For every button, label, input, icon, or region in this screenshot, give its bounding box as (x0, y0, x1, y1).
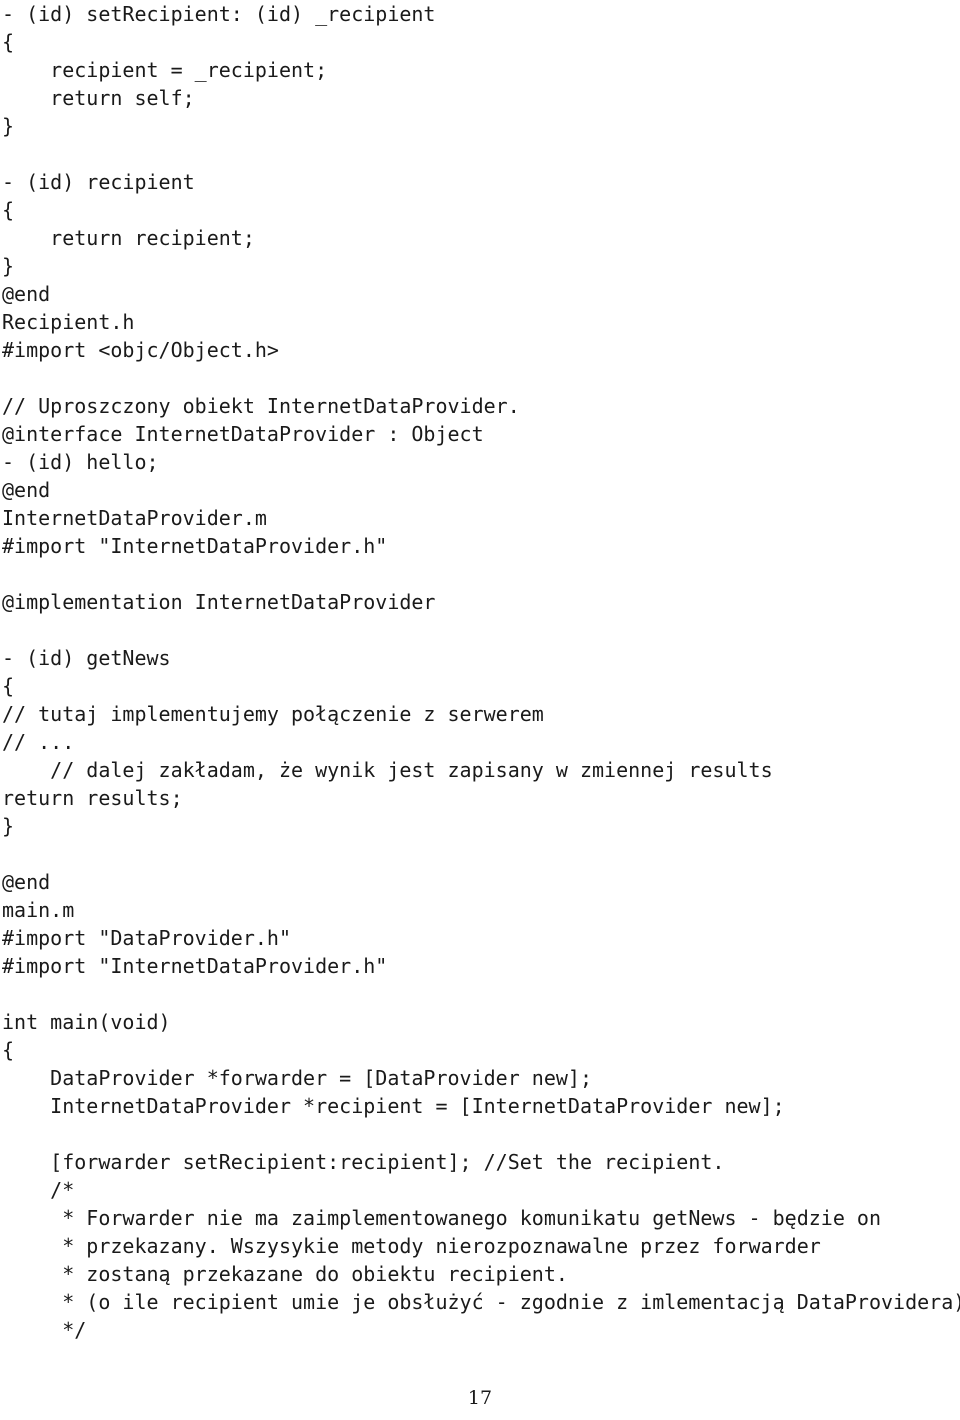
code-line: { (2, 674, 15, 698)
page-number: 17 (467, 1387, 493, 1409)
code-line: #import "InternetDataProvider.h" (2, 954, 388, 978)
code-line: @interface InternetDataProvider : Object (2, 422, 484, 446)
code-line: #import "InternetDataProvider.h" (2, 534, 388, 558)
code-line: #import "DataProvider.h" (2, 926, 291, 950)
code-line: return results; (2, 786, 183, 810)
code-line: // tutaj implementujemy połączenie z ser… (2, 702, 544, 726)
code-line: * przekazany. Wszysykie metody nierozpoz… (2, 1234, 821, 1258)
code-line: { (2, 198, 15, 222)
code-line: Recipient.h (2, 310, 135, 334)
code-line: { (2, 30, 15, 54)
code-line: * Forwarder nie ma zaimplementowanego ko… (2, 1206, 881, 1230)
code-line: InternetDataProvider.m (2, 506, 267, 530)
code-line: } (2, 254, 15, 278)
code-listing: - (id) setRecipient: (id) _recipient { re… (2, 0, 960, 1344)
code-line: #import <objc/Object.h> (2, 338, 279, 362)
code-line: recipient = _recipient; (2, 58, 328, 82)
code-line: /* (2, 1178, 75, 1202)
code-line: - (id) recipient (2, 170, 195, 194)
code-line: } (2, 814, 15, 838)
code-line: int main(void) (2, 1010, 171, 1034)
code-line: main.m (2, 898, 75, 922)
code-line: - (id) getNews (2, 646, 171, 670)
code-line: @end (2, 478, 51, 502)
code-line: */ (2, 1318, 87, 1342)
code-line: InternetDataProvider *recipient = [Inter… (2, 1094, 785, 1118)
code-line: // dalej zakładam, że wynik jest zapisan… (2, 758, 773, 782)
code-line: return self; (2, 86, 195, 110)
code-line: { (2, 1038, 15, 1062)
code-line: * zostaną przekazane do obiektu recipien… (2, 1262, 568, 1286)
code-line: * (o ile recipient umie je obsłużyć - zg… (2, 1290, 960, 1314)
code-line: return recipient; (2, 226, 255, 250)
code-line: @end (2, 282, 51, 306)
code-line: // ... (2, 730, 75, 754)
code-line: [forwarder setRecipient:recipient]; //Se… (2, 1150, 725, 1174)
code-line: } (2, 114, 15, 138)
code-line: - (id) hello; (2, 450, 159, 474)
code-line: DataProvider *forwarder = [DataProvider … (2, 1066, 593, 1090)
code-line: - (id) setRecipient: (id) _recipient (2, 2, 436, 26)
code-line: @implementation InternetDataProvider (2, 590, 436, 614)
document-page: - (id) setRecipient: (id) _recipient { re… (0, 0, 960, 1420)
code-line: // Uproszczony obiekt InternetDataProvid… (2, 394, 520, 418)
code-line: @end (2, 870, 51, 894)
